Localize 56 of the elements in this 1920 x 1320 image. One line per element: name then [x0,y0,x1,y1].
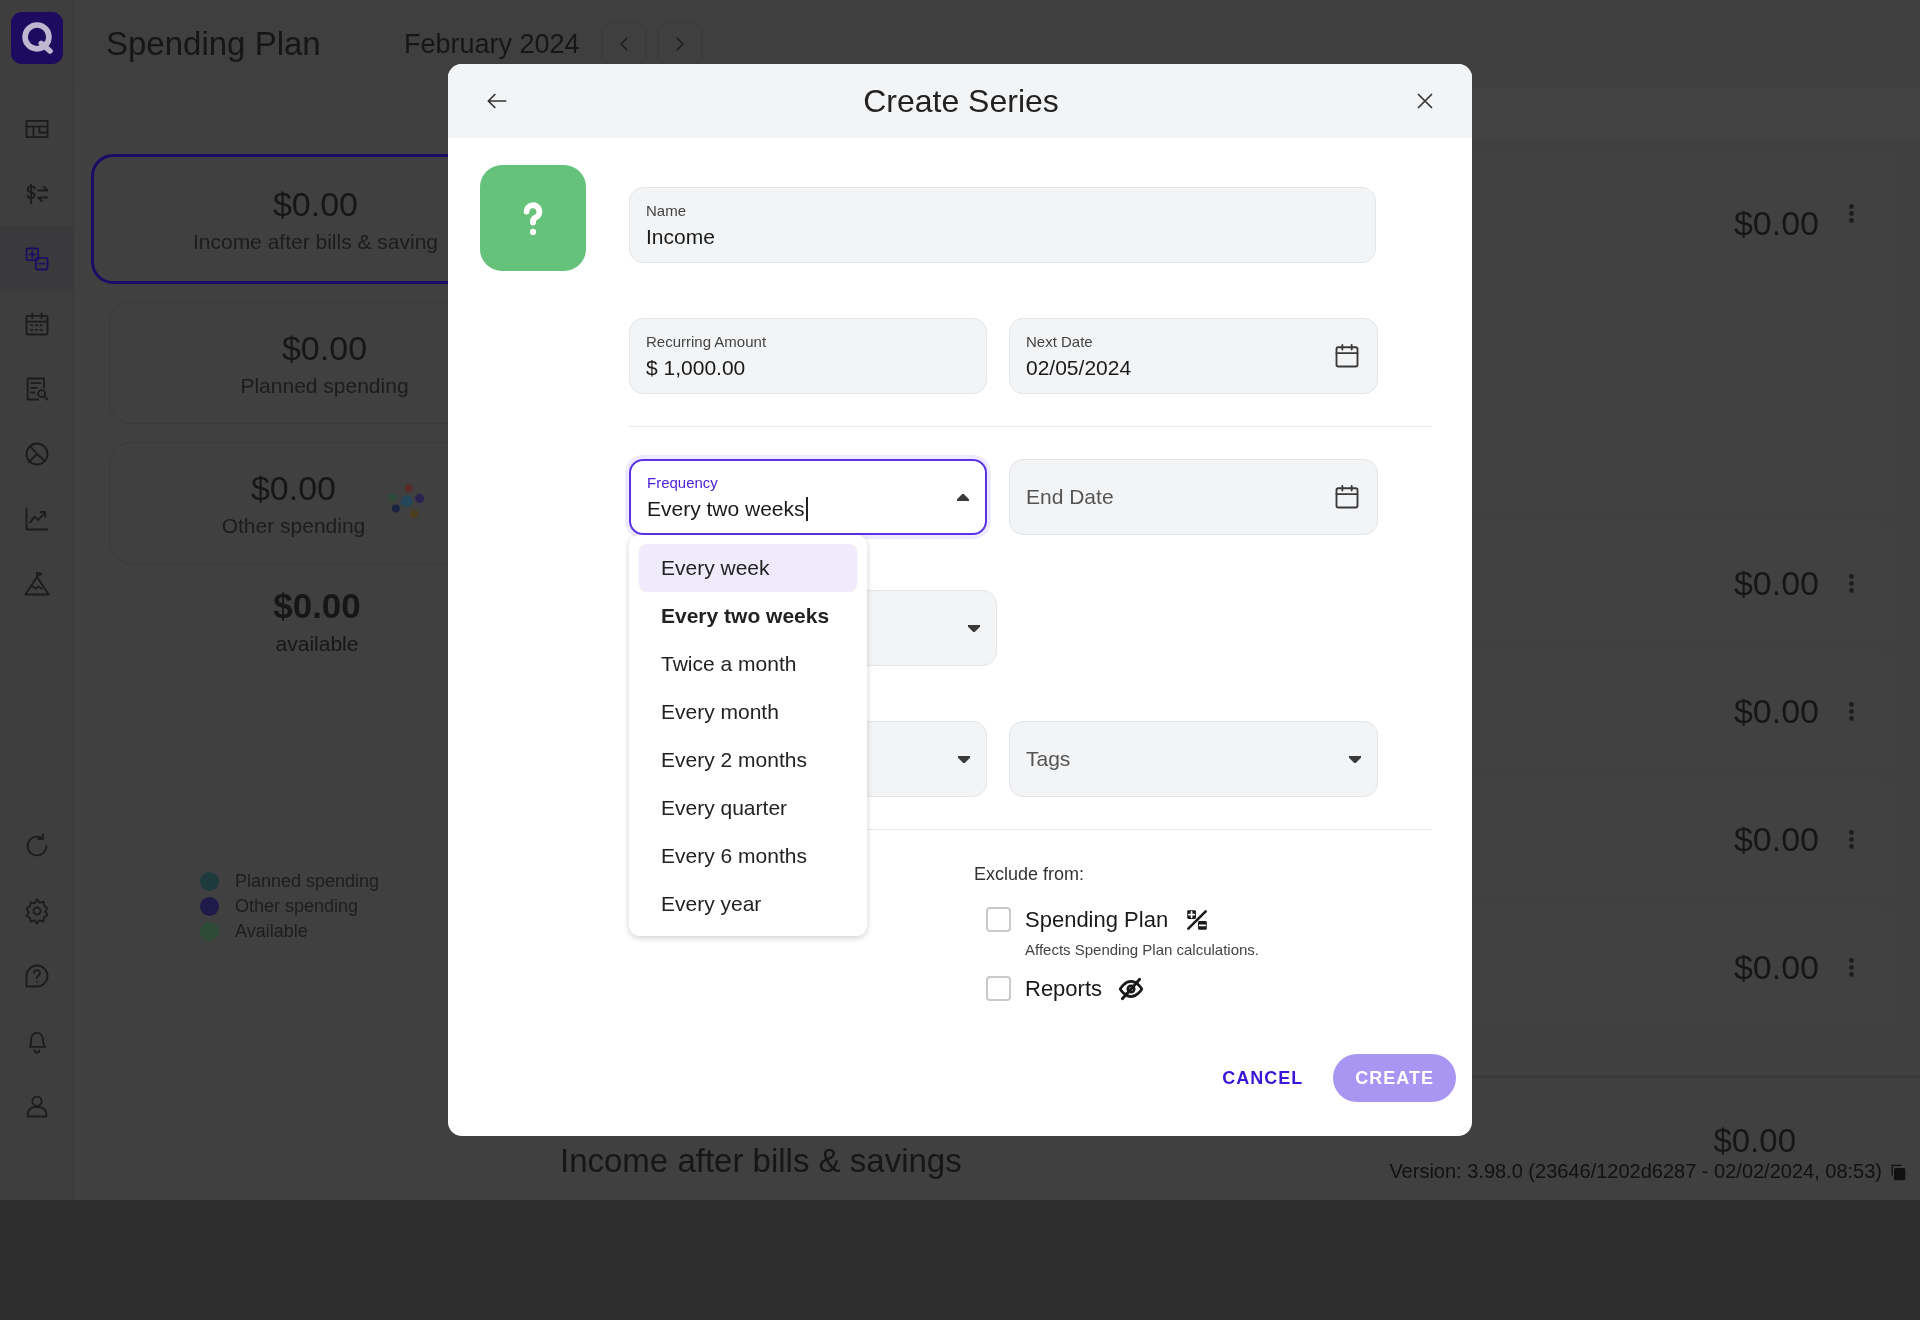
cancel-button[interactable]: CANCEL [1222,1057,1304,1099]
more-vertical-icon [1849,204,1854,223]
field-value: 02/05/2024 [1026,355,1133,380]
more-vertical-icon [1849,829,1854,849]
next-month-button[interactable] [657,22,702,66]
tags-dropdown[interactable]: Tags [1009,721,1378,797]
chevron-left-icon [618,36,629,52]
more-button[interactable] [1849,957,1854,977]
checkbox[interactable] [986,976,1011,1001]
caret-down-icon [968,624,980,632]
field-value: Every two weeks [647,496,808,521]
checkbox-label: Spending Plan [1025,907,1169,933]
calendar-icon [1333,342,1361,370]
section-label: Exclude from: [974,864,1086,885]
field-placeholder: Tags [1026,747,1072,771]
more-button[interactable] [1849,204,1854,223]
menu-item[interactable]: Every two weeks [639,592,857,640]
previous-month-button[interactable] [601,22,646,66]
sidebar-item[interactable] [0,226,73,291]
menu-item[interactable]: Twice a month [639,640,857,688]
more-vertical-icon [1849,573,1854,593]
caret-up-icon [957,493,969,501]
caret-down-icon [958,755,970,763]
checkbox-label: Reports [1025,976,1103,1002]
helper-text: Affects Spending Plan calculations. [1025,941,1260,958]
field-value: Income [646,224,716,249]
field-label: Frequency [647,473,719,491]
menu-item[interactable]: Every quarter [639,784,857,832]
menu-item[interactable]: Every year [639,880,857,928]
menu-item[interactable]: Every month [639,688,857,736]
more-vertical-icon [1849,701,1854,721]
dialog-title: Create Series [863,82,1059,120]
menu-item[interactable]: Every 2 months [639,736,857,784]
caret-down-icon [1349,755,1361,763]
field-label: Next Date [1026,332,1094,350]
field-label: Recurring Amount [646,332,768,350]
amount-field[interactable]: Recurring Amount $ 1,000.00 [629,318,987,394]
field-value: $ 1,000.00 [646,355,747,380]
app-logo-icon[interactable] [10,12,63,64]
more-button[interactable] [1849,701,1854,721]
end-date-field[interactable]: End Date [1009,459,1378,535]
menu-item[interactable]: Every week [639,544,857,592]
mountain-flag-icon [22,569,51,598]
menu-item[interactable]: Every 6 months [639,832,857,880]
more-button[interactable] [1849,573,1854,593]
eye-off-icon [1118,976,1145,1002]
field-placeholder: End Date [1026,485,1115,509]
date-field[interactable]: Next Date 02/05/2024 [1009,318,1378,394]
calendar-icon [1333,483,1361,511]
more-button[interactable] [1849,829,1854,849]
field-label: Name [646,201,687,219]
more-vertical-icon [1849,957,1854,977]
chevron-right-icon [674,36,685,52]
category-icon[interactable] [480,165,586,271]
name-field[interactable]: Name Income [629,187,1376,263]
checkbox[interactable] [986,907,1011,932]
